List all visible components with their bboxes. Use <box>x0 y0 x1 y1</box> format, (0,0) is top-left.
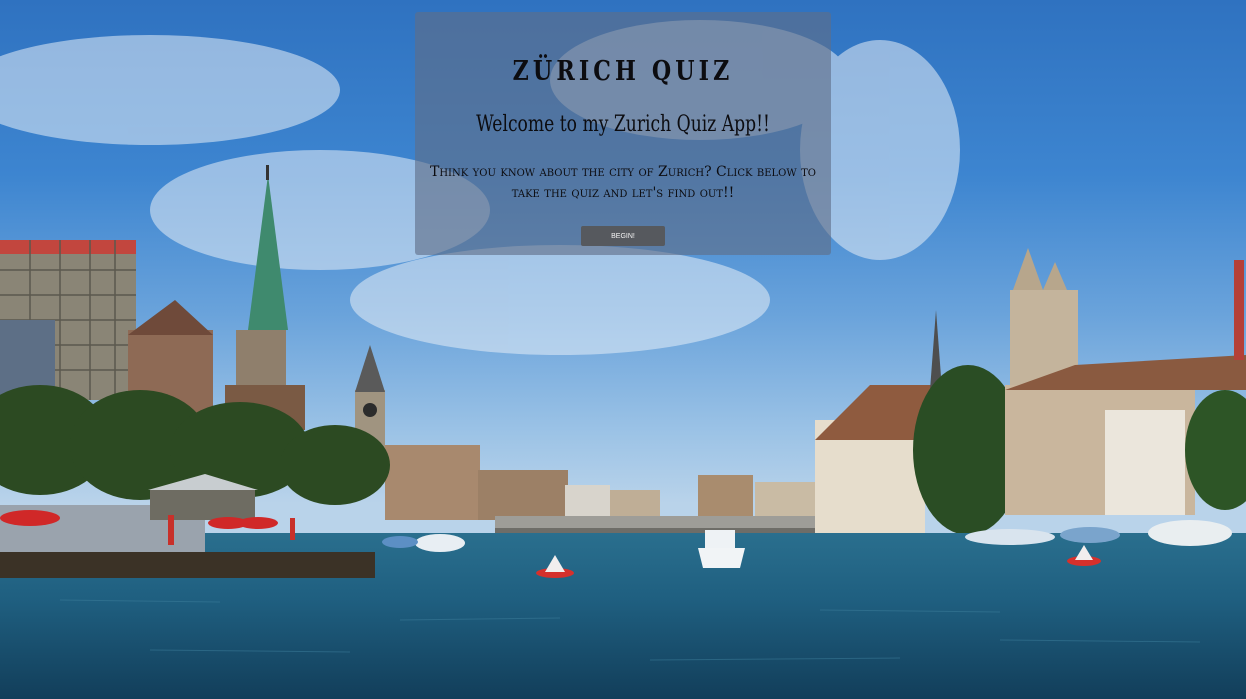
intro-text: Think you know about the city of Zurich?… <box>430 164 816 201</box>
mid-buildings <box>385 445 815 520</box>
quiz-title: ZÜRICH QUIZ <box>512 56 734 87</box>
quiz-welcome-card: ZÜRICH QUIZ Welcome to my Zurich Quiz Ap… <box>415 12 831 255</box>
begin-button[interactable]: BEGIN! <box>581 226 665 246</box>
scaffold-building <box>0 240 136 400</box>
welcome-heading: Welcome to my Zurich Quiz App!! <box>476 112 770 137</box>
